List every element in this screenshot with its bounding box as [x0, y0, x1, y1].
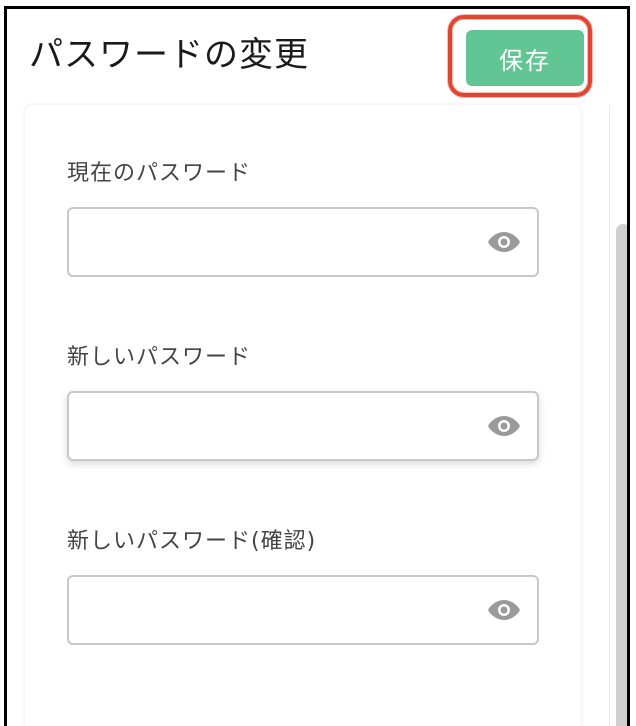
current-password-field[interactable]	[67, 207, 539, 277]
new-password-label: 新しいパスワード	[67, 345, 252, 370]
new-password-input[interactable]	[81, 403, 475, 451]
scrollbar-thumb[interactable]	[616, 224, 627, 726]
password-change-panel: パスワードの変更 保存 現在のパスワード 新しいパスワード 新しいパスワード(確…	[4, 6, 630, 726]
confirm-password-label: 新しいパスワード(確認)	[67, 529, 317, 554]
save-button[interactable]: 保存	[466, 30, 584, 86]
page-title: パスワードの変更	[29, 35, 309, 75]
eye-icon[interactable]	[487, 415, 521, 437]
confirm-password-input[interactable]	[81, 587, 475, 635]
eye-icon[interactable]	[487, 599, 521, 621]
confirm-password-field[interactable]	[67, 575, 539, 645]
current-password-label: 現在のパスワード	[67, 161, 252, 186]
current-password-input[interactable]	[81, 219, 475, 267]
content-divider	[609, 105, 610, 726]
save-button-highlight: 保存	[448, 15, 592, 97]
password-form-card: 現在のパスワード 新しいパスワード 新しいパスワード(確認)	[25, 105, 581, 726]
new-password-field[interactable]	[67, 391, 539, 461]
eye-icon[interactable]	[487, 231, 521, 253]
